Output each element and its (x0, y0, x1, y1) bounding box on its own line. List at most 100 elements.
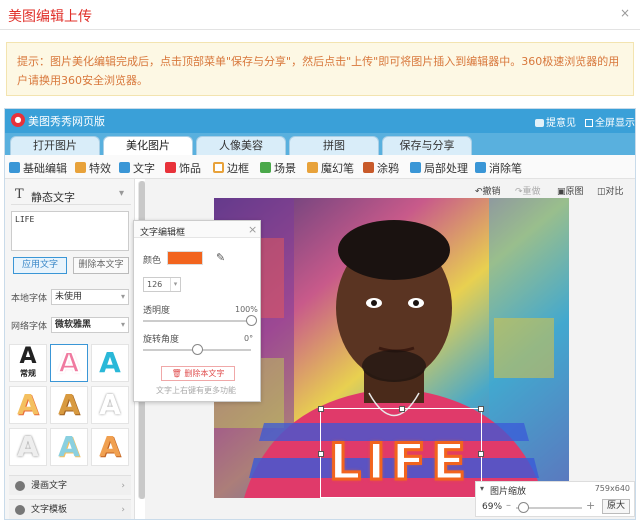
font-style-letter: A (58, 430, 80, 463)
comic-text-item[interactable]: 漫画文字 › (9, 475, 131, 495)
chevron-down-icon: ▾ (120, 292, 125, 301)
compare-icon: ◫ (597, 187, 606, 197)
font-style-letter: A (57, 345, 81, 380)
zoom-collapse-icon[interactable]: ▾ (480, 484, 484, 493)
tab-beautify[interactable]: 美化图片 (103, 136, 193, 155)
close-icon[interactable]: × (248, 223, 257, 236)
tool-label: 饰品 (179, 162, 201, 175)
panel-header-label: 静态文字 (31, 191, 75, 204)
chevron-down-icon: ▾ (119, 188, 125, 199)
editor-delete-text-button[interactable]: 🗑 删除本文字 (161, 366, 235, 381)
photo-canvas[interactable]: LIFE (214, 198, 569, 498)
opacity-label: 透明度 (143, 306, 171, 316)
magic-icon (75, 162, 86, 173)
font-style-silver[interactable]: A (91, 386, 129, 424)
original-button[interactable]: ▣原图 (557, 184, 584, 197)
tool-accessories[interactable]: 饰品 (165, 160, 201, 176)
selection-handle[interactable] (478, 406, 484, 412)
undo-label: 撤销 (482, 187, 501, 197)
zoom-slider-knob[interactable] (517, 502, 529, 513)
local-font-select[interactable]: 未使用 ▾ (51, 289, 129, 305)
close-icon[interactable]: × (620, 6, 630, 20)
font-style-letter: A (17, 388, 39, 421)
color-label: 颜色 (143, 256, 162, 266)
fullscreen-label: 全屏显示 (595, 118, 635, 129)
tool-label: 基础编辑 (23, 162, 67, 175)
zoom-in-icon[interactable]: + (586, 499, 595, 512)
editor-hint: 文字上右键有更多功能 (156, 386, 236, 395)
selection-handle[interactable] (399, 406, 405, 412)
font-style-cyan[interactable]: A (91, 344, 129, 382)
text-icon (119, 162, 130, 173)
delete-text-button[interactable]: 删除本文字 (73, 257, 129, 274)
opacity-slider-knob[interactable] (246, 315, 257, 326)
tool-label: 局部处理 (424, 162, 468, 175)
tool-text[interactable]: 文字 (119, 160, 155, 176)
rotate-slider-knob[interactable] (192, 344, 203, 355)
text-template-label: 文字模板 (31, 505, 68, 515)
selection-handle[interactable] (318, 451, 324, 457)
local-icon (410, 162, 421, 173)
tab-save-share[interactable]: 保存与分享 (382, 136, 472, 155)
tool-frame[interactable]: 边框 (213, 160, 249, 176)
text-panel: T 静态文字 ▾ LIFE 应用文字 删除本文字 本地字体 未使用 ▾ 网络字体 … (5, 179, 135, 519)
zoom-panel: ▾ 图片缩放 759x640 69% – + 原大 (475, 481, 635, 517)
tool-magic-pen[interactable]: 魔幻笔 (307, 160, 354, 176)
selection-handle[interactable] (318, 406, 324, 412)
tool-effects[interactable]: 特效 (75, 160, 111, 176)
eraser-icon (475, 162, 486, 173)
net-font-select[interactable]: 微软雅黑 ▾ (51, 317, 129, 333)
tool-label: 消除笔 (489, 162, 522, 175)
font-size-select[interactable]: 126 ▾ (143, 277, 181, 292)
dialog-titlebar (0, 0, 640, 30)
tool-scene[interactable]: 场景 (260, 160, 296, 176)
tool-eraser[interactable]: 消除笔 (475, 160, 522, 176)
undo-button[interactable]: ↶撤销 (475, 184, 501, 197)
opacity-slider-track[interactable] (143, 320, 251, 322)
tool-local[interactable]: 局部处理 (410, 160, 468, 176)
opacity-value: 100% (235, 305, 258, 314)
font-style-dotted[interactable]: A (9, 386, 47, 424)
tab-open-image[interactable]: 打开图片 (10, 136, 100, 155)
life-text-selection[interactable]: LIFE (318, 406, 484, 498)
compare-button[interactable]: ◫对比 (597, 184, 624, 197)
selection-handle[interactable] (478, 451, 484, 457)
color-swatch[interactable] (167, 251, 203, 265)
tip-banner: 提示：图片美化编辑完成后，点击顶部菜单"保存与分享"，然后点击"上传"即可将图片… (6, 42, 634, 96)
chevron-right-icon: › (121, 505, 125, 515)
feedback-link[interactable]: 提意见 (535, 114, 576, 129)
scene-icon (260, 162, 271, 173)
tab-portrait[interactable]: 人像美容 (196, 136, 286, 155)
net-font-label: 网络字体 (11, 322, 48, 332)
font-style-outline[interactable]: A (9, 428, 47, 466)
zoom-percent: 69% (482, 502, 503, 512)
tab-collage[interactable]: 拼图 (289, 136, 379, 155)
text-template-item[interactable]: 文字模板 › (9, 499, 131, 519)
eyedropper-icon[interactable]: ✎ (216, 251, 225, 264)
font-style-orange[interactable]: A (91, 428, 129, 466)
chevron-down-icon: ▾ (170, 278, 180, 291)
font-style-gold[interactable]: A (50, 386, 88, 424)
original-size-button[interactable]: 原大 (602, 499, 630, 514)
font-style-pink[interactable]: A (50, 344, 88, 382)
apply-text-button[interactable]: 应用文字 (13, 257, 67, 274)
font-style-regular[interactable]: A 常规 (9, 344, 47, 382)
undo-icon: ↶ (475, 187, 483, 197)
bow-icon (165, 162, 176, 173)
font-style-letter: A (99, 346, 121, 379)
font-style-sub: 常规 (20, 369, 36, 378)
edit-icon (9, 162, 20, 173)
dialog-title: 美图编辑上传 (8, 9, 92, 25)
tool-label: 场景 (274, 162, 296, 175)
life-overlay-text: LIFE (328, 432, 472, 493)
tool-basic-edit[interactable]: 基础编辑 (9, 160, 67, 176)
brush-icon (363, 162, 374, 173)
fullscreen-link[interactable]: 全屏显示 (585, 114, 635, 129)
font-style-rainbow[interactable]: A (50, 428, 88, 466)
net-font-value: 微软雅黑 (55, 320, 92, 330)
tool-doodle[interactable]: 涂鸦 (363, 160, 399, 176)
text-input[interactable]: LIFE (11, 211, 129, 251)
zoom-out-icon[interactable]: – (506, 500, 511, 511)
panel-header[interactable]: T 静态文字 ▾ (11, 185, 131, 205)
redo-button[interactable]: ↷重做 (515, 184, 541, 197)
